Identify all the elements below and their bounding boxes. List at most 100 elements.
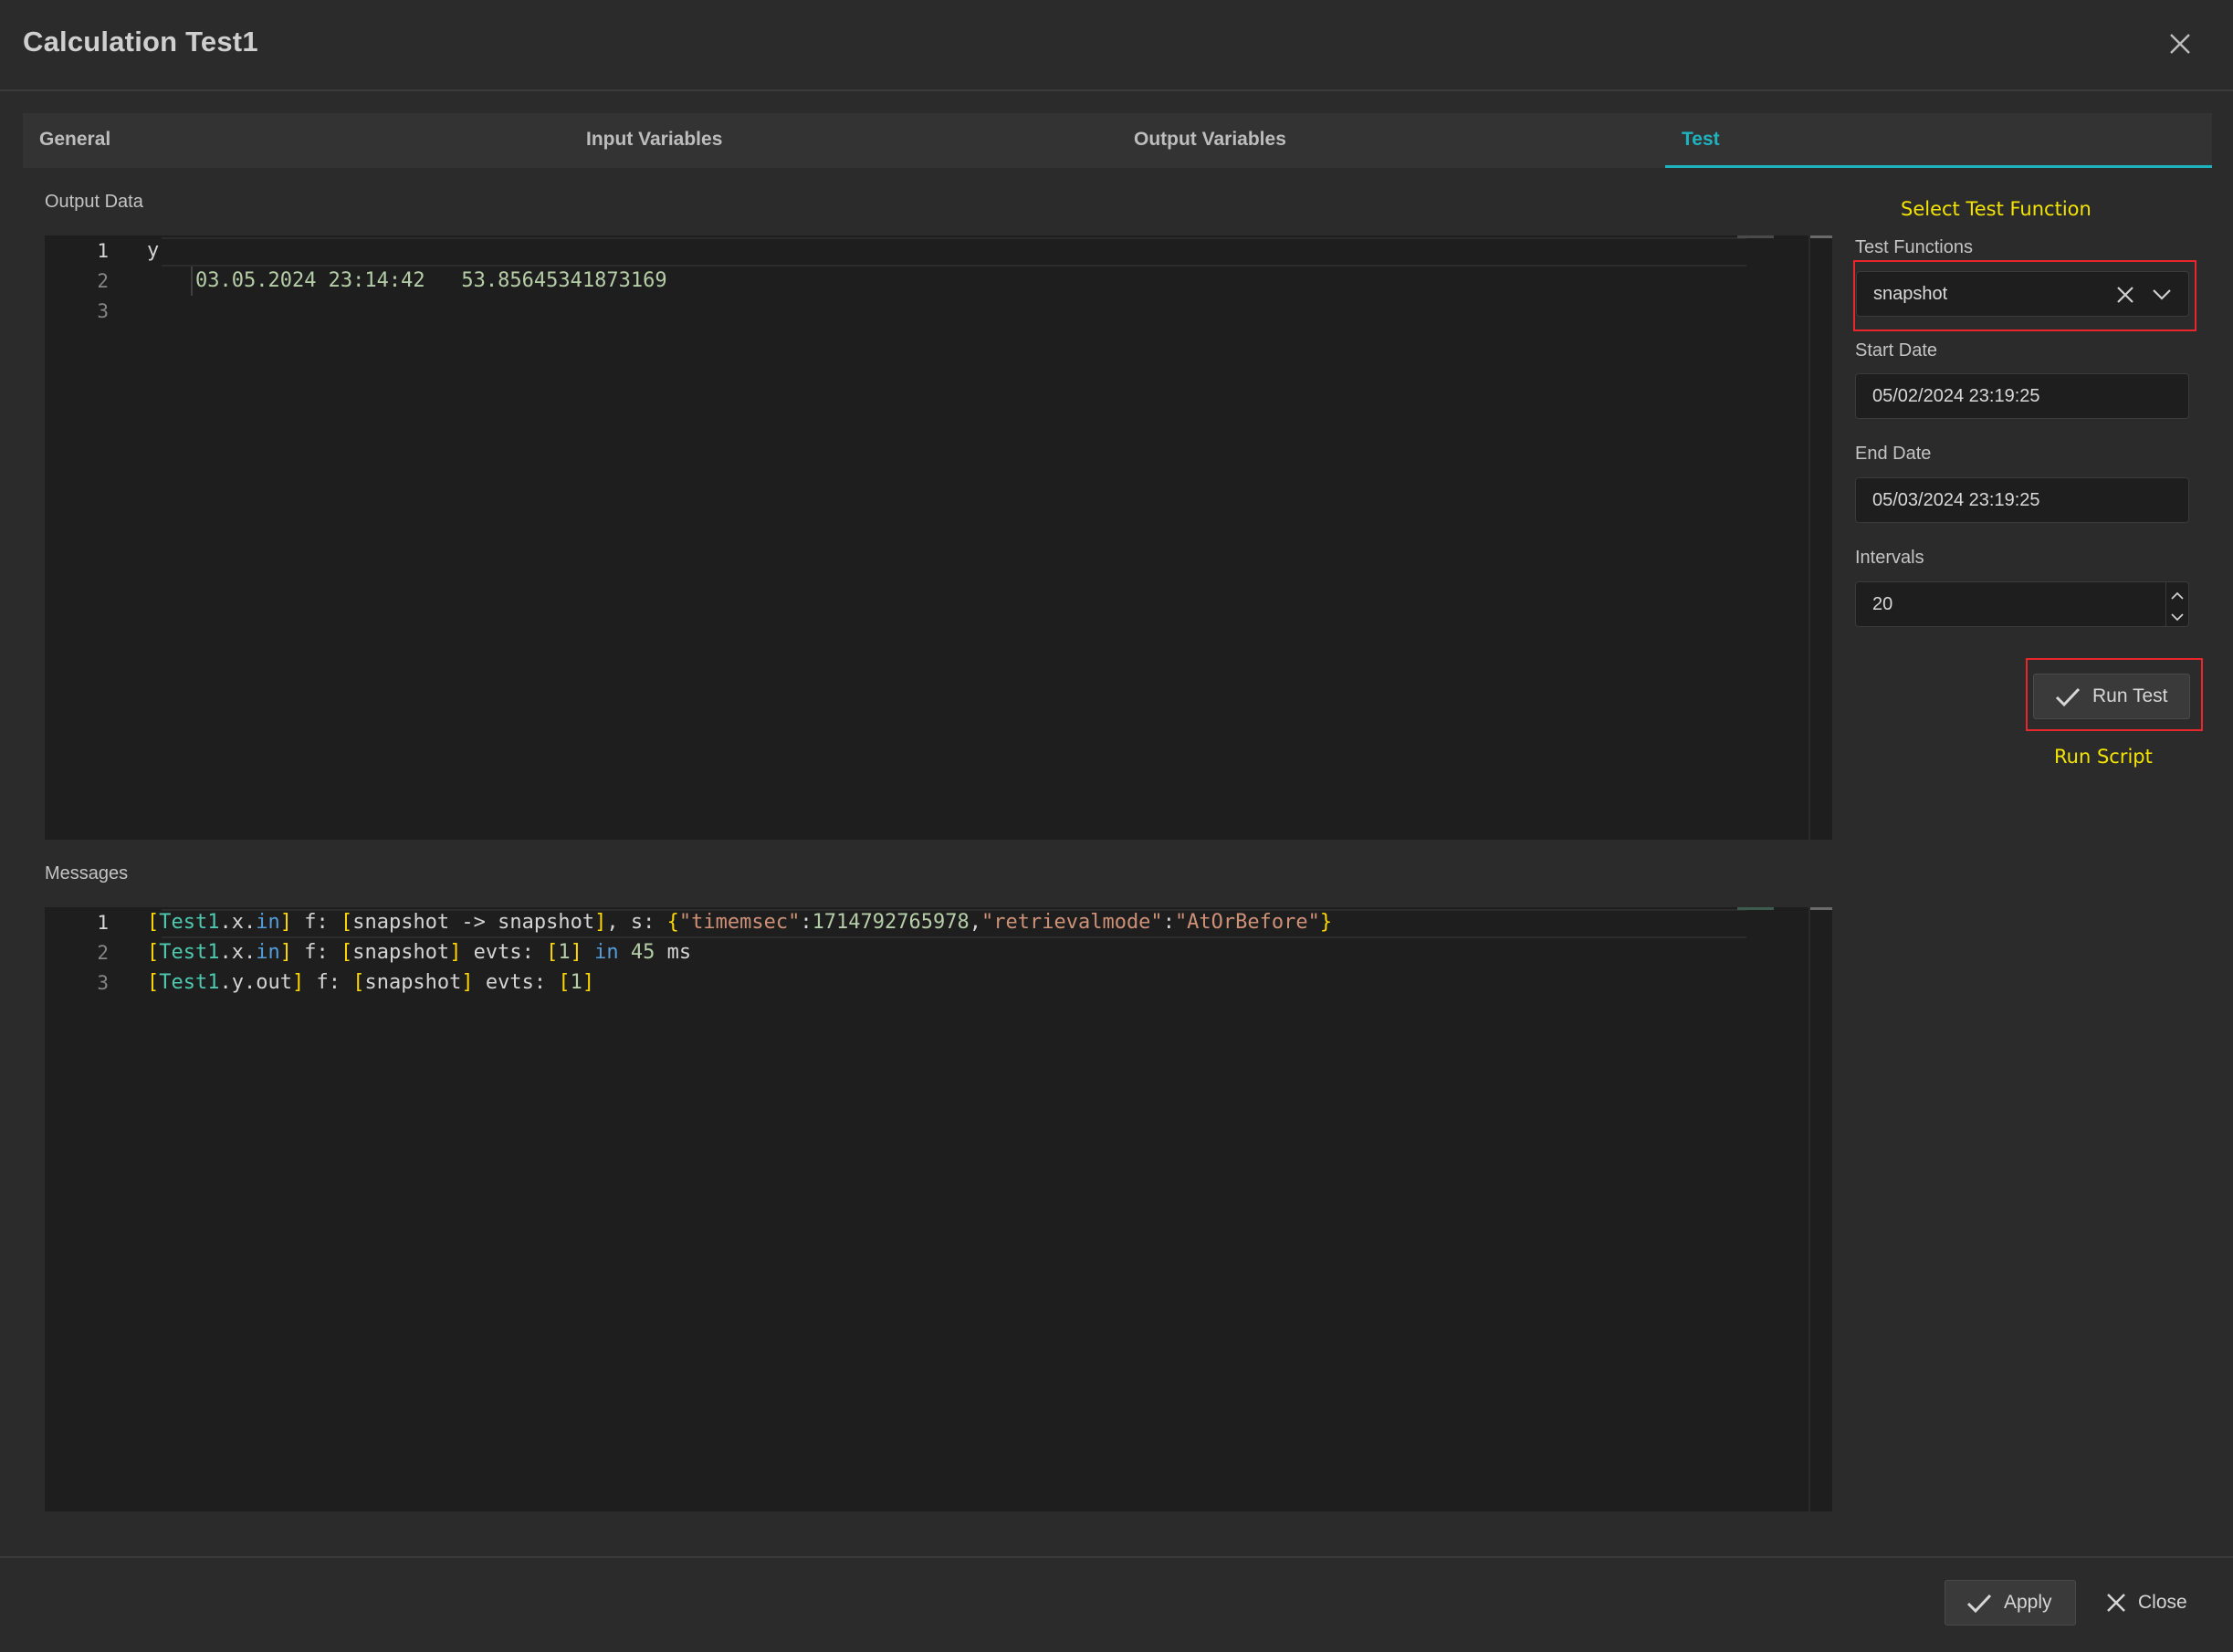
output-data-label: Output Data bbox=[45, 192, 143, 212]
apply-button[interactable]: Apply bbox=[1945, 1580, 2076, 1626]
run-test-button[interactable]: Run Test bbox=[2033, 674, 2190, 719]
tab-bar: General Input Variables Output Variables… bbox=[23, 113, 2212, 168]
path: .y.out bbox=[219, 971, 292, 994]
bracket: ] bbox=[449, 941, 462, 964]
tab-output-variables[interactable]: Output Variables bbox=[1134, 113, 1286, 168]
bracket: ] bbox=[291, 971, 305, 994]
footer-divider bbox=[0, 1556, 2233, 1558]
minimap bbox=[1737, 907, 1774, 910]
object-name: Test1 bbox=[159, 941, 220, 964]
json-string: "AtOrBefore" bbox=[1174, 911, 1320, 934]
dialog-title: Calculation Test1 bbox=[23, 26, 258, 58]
function-name: snapshot bbox=[352, 941, 450, 964]
keyword: in bbox=[256, 911, 280, 934]
chevron-up-icon[interactable] bbox=[2170, 587, 2185, 608]
minimap bbox=[1737, 235, 1774, 238]
vertical-scrollbar[interactable] bbox=[1810, 235, 1832, 840]
scrollbar-track-edge bbox=[1808, 235, 1810, 840]
scrollbar-track-edge bbox=[1808, 907, 1810, 1511]
test-functions-select[interactable]: snapshot bbox=[1856, 271, 2189, 317]
code-line: 03.05.2024 23:14:42 53.85645341873169 bbox=[147, 269, 667, 292]
start-date-label: Start Date bbox=[1855, 340, 1938, 361]
bracket: ] bbox=[570, 941, 582, 964]
path: .x. bbox=[219, 911, 257, 934]
close-button[interactable]: Close bbox=[2105, 1580, 2207, 1626]
bracket: ] bbox=[279, 941, 292, 964]
check-icon bbox=[1966, 1592, 1993, 1614]
line-number: 2 bbox=[97, 942, 109, 964]
close-icon bbox=[2105, 1592, 2127, 1614]
text: ms bbox=[655, 941, 692, 964]
intervals-stepper[interactable]: 20 bbox=[1855, 581, 2189, 627]
brace: { bbox=[666, 911, 679, 934]
bracket: [ bbox=[558, 971, 571, 994]
vertical-scrollbar[interactable] bbox=[1810, 907, 1832, 1511]
messages-editor[interactable]: 1 2 3 [Test1.x.in] f: [snapshot -> snaps… bbox=[45, 907, 1832, 1511]
intervals-value: 20 bbox=[1872, 593, 1893, 614]
tab-test[interactable]: Test bbox=[1682, 113, 1720, 168]
event-count: 1 bbox=[570, 971, 582, 994]
messages-label: Messages bbox=[45, 863, 129, 884]
line-number: 3 bbox=[97, 972, 109, 994]
message-line: [Test1.y.out] f: [snapshot] evts: [1] bbox=[147, 971, 594, 994]
value: 53.85645341873169 bbox=[461, 269, 667, 292]
line-number: 2 bbox=[97, 270, 109, 292]
chevron-down-icon[interactable] bbox=[2152, 286, 2172, 309]
text: , bbox=[969, 911, 981, 934]
event-count: 1 bbox=[558, 941, 571, 964]
selected-test-function: snapshot bbox=[1873, 283, 1948, 304]
brace: } bbox=[1319, 911, 1333, 934]
object-name: Test1 bbox=[159, 911, 220, 934]
start-date-input[interactable]: 05/02/2024 23:19:25 bbox=[1855, 373, 2189, 419]
bracket: [ bbox=[546, 941, 559, 964]
select-test-function-annotation: Select Test Function bbox=[1901, 198, 2091, 220]
active-tab-indicator bbox=[1665, 165, 2212, 168]
bracket: [ bbox=[340, 941, 353, 964]
json-number: 1714792765978 bbox=[812, 911, 970, 934]
bracket: [ bbox=[147, 941, 160, 964]
message-line: [Test1.x.in] f: [snapshot] evts: [1] in … bbox=[147, 941, 691, 964]
duration-value: 45 bbox=[630, 941, 655, 964]
bracket: ] bbox=[279, 911, 292, 934]
end-date-input[interactable]: 05/03/2024 23:19:25 bbox=[1855, 477, 2189, 523]
text: f: bbox=[304, 971, 353, 994]
json-key: "timemsec" bbox=[678, 911, 801, 934]
run-test-label: Run Test bbox=[2092, 685, 2168, 706]
close-icon[interactable] bbox=[2162, 26, 2198, 62]
test-functions-label: Test Functions bbox=[1855, 237, 1973, 257]
line-number: 3 bbox=[97, 300, 109, 322]
header-divider bbox=[0, 89, 2233, 91]
keyword: in bbox=[256, 941, 280, 964]
text: : bbox=[800, 911, 812, 934]
object-name: Test1 bbox=[159, 971, 220, 994]
scrollbar-cap bbox=[1810, 235, 1832, 238]
line-number: 1 bbox=[97, 912, 109, 934]
bracket: ] bbox=[461, 971, 474, 994]
chevron-down-icon[interactable] bbox=[2170, 608, 2185, 629]
end-date-value: 05/03/2024 23:19:25 bbox=[1872, 489, 2040, 510]
line-number: 1 bbox=[97, 240, 109, 262]
path: .x. bbox=[219, 941, 257, 964]
bracket: [ bbox=[352, 971, 365, 994]
output-data-editor[interactable]: 1 2 3 y 03.05.2024 23:14:42 53.856453418… bbox=[45, 235, 1832, 840]
end-date-label: End Date bbox=[1855, 444, 1932, 464]
run-script-annotation: Run Script bbox=[2054, 746, 2153, 768]
tab-general[interactable]: General bbox=[39, 113, 110, 168]
intervals-label: Intervals bbox=[1855, 548, 1924, 568]
text: evts: bbox=[461, 941, 547, 964]
keyword: in bbox=[582, 941, 631, 964]
current-line-highlight bbox=[162, 237, 1746, 267]
text: evts: bbox=[473, 971, 559, 994]
tab-input-variables[interactable]: Input Variables bbox=[586, 113, 722, 168]
bracket: [ bbox=[147, 971, 160, 994]
scrollbar-cap bbox=[1810, 907, 1832, 910]
clear-icon[interactable] bbox=[2115, 285, 2135, 310]
start-date-value: 05/02/2024 23:19:25 bbox=[1872, 385, 2040, 406]
bracket: [ bbox=[340, 911, 353, 934]
message-line: [Test1.x.in] f: [snapshot -> snapshot], … bbox=[147, 911, 1332, 934]
bracket: ] bbox=[594, 911, 607, 934]
column-header: y bbox=[147, 239, 160, 262]
text: , s: bbox=[606, 911, 667, 934]
text: : bbox=[1162, 911, 1175, 934]
function-name: snapshot -> snapshot bbox=[352, 911, 595, 934]
